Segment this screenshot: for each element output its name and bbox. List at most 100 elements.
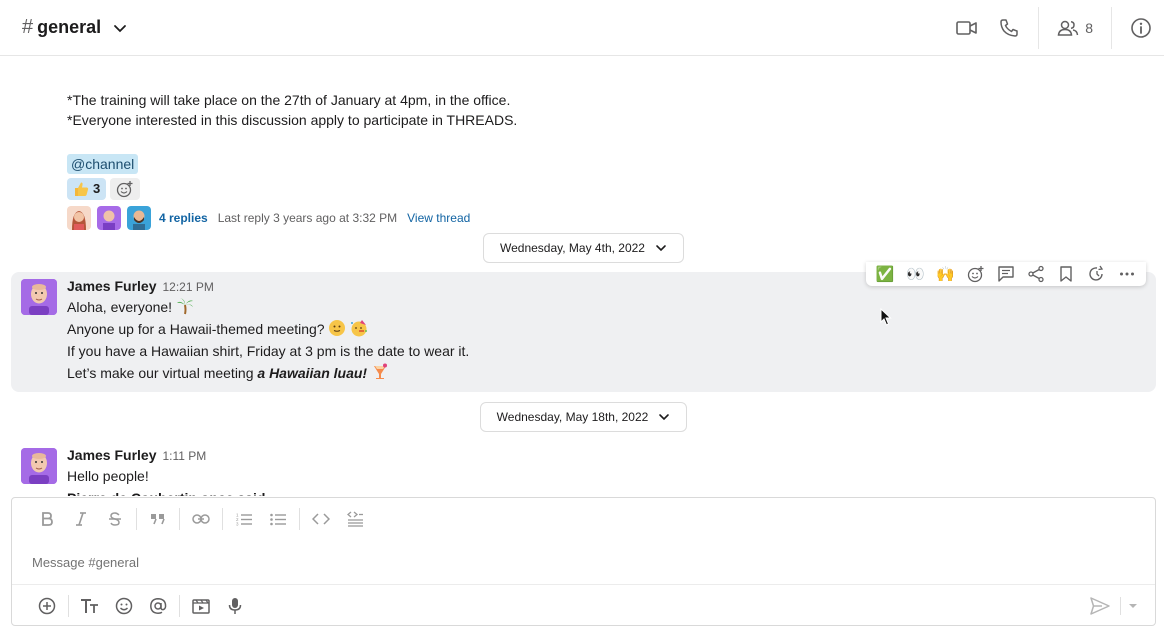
share-button[interactable] <box>1023 263 1049 285</box>
members-icon <box>1057 20 1079 36</box>
channel-title-button[interactable]: # general <box>22 16 127 39</box>
last-reply-text: Last reply 3 years ago at 3:32 PM <box>217 211 398 225</box>
video-clip-icon <box>192 598 210 614</box>
microphone-icon <box>228 597 242 614</box>
text-format-icon <box>81 598 98 613</box>
toolbar-divider <box>68 594 69 617</box>
message-line: Anyone up for a Hawaii-themed meeting? <box>67 321 325 337</box>
message-author[interactable]: James Furley <box>67 447 157 463</box>
add-icon <box>38 597 56 614</box>
message-time[interactable]: 1:11 PM <box>163 449 207 463</box>
strikethrough-button[interactable] <box>98 504 132 534</box>
add-reaction-button[interactable] <box>963 263 989 285</box>
avatar <box>67 206 91 230</box>
share-icon <box>1028 265 1044 283</box>
message-author[interactable]: James Furley <box>67 278 157 294</box>
palm-tree-icon <box>176 298 193 315</box>
view-thread-link[interactable]: View thread <box>407 208 470 228</box>
save-button[interactable] <box>1053 263 1079 285</box>
thumbs-up-reaction[interactable]: 3 <box>67 178 107 200</box>
message-line: Pierre de Coubertin once said: <box>67 487 270 496</box>
link-button[interactable] <box>184 504 218 534</box>
ordered-list-button[interactable]: 123 <box>227 504 261 534</box>
more-actions-button[interactable] <box>1114 263 1140 285</box>
message-time[interactable]: 12:21 PM <box>163 280 214 294</box>
avatar[interactable] <box>21 279 57 315</box>
smiling-face-icon <box>329 320 346 336</box>
avatar-illustration <box>21 448 57 484</box>
thumbs-up-icon <box>75 182 89 196</box>
phone-icon <box>1000 19 1018 37</box>
code-button[interactable] <box>304 504 338 534</box>
channel-mention[interactable]: @channel <box>67 154 139 174</box>
message-item[interactable]: James Furley 1:11 PM Hello people! Pierr… <box>11 441 1156 496</box>
mouse-cursor-icon <box>880 308 892 326</box>
quick-reaction-raised-hands[interactable]: 🙌 <box>933 263 959 285</box>
video-call-button[interactable] <box>946 8 988 48</box>
header-divider <box>1038 7 1040 49</box>
record-audio-button[interactable] <box>218 591 252 621</box>
message-item[interactable]: James Furley 12:21 PM Aloha, everyone! A… <box>11 272 1156 392</box>
add-attachment-button[interactable] <box>30 591 64 621</box>
replies-count-link[interactable]: 4 replies <box>159 208 208 228</box>
send-options-button[interactable] <box>1125 597 1141 615</box>
bold-icon <box>42 512 53 526</box>
send-divider <box>1120 597 1121 615</box>
chevron-down-icon <box>656 245 666 252</box>
message-input[interactable] <box>32 550 1132 574</box>
members-button[interactable]: 8 <box>1047 8 1103 48</box>
quote-button[interactable] <box>141 504 175 534</box>
message-line: If you have a Hawaiian shirt, Friday at … <box>67 343 470 359</box>
thread-summary[interactable]: 4 replies Last reply 3 years ago at 3:32… <box>67 206 1147 230</box>
bullet-list-button[interactable] <box>261 504 295 534</box>
chevron-down-icon <box>114 24 127 32</box>
quote-icon <box>151 514 165 525</box>
send-button[interactable] <box>1085 591 1115 621</box>
emoji-button[interactable] <box>107 591 141 621</box>
previous-message: *The training will take place on the 27t… <box>67 56 1147 230</box>
channel-header: # general 8 <box>0 0 1164 56</box>
date-divider[interactable]: Wednesday, May 4th, 2022 <box>483 233 684 263</box>
header-divider <box>1111 7 1112 49</box>
remind-button[interactable] <box>1084 263 1110 285</box>
date-label: Wednesday, May 4th, 2022 <box>500 241 645 255</box>
composer-actions <box>12 584 1155 626</box>
reaction-count: 3 <box>93 181 101 196</box>
reply-in-thread-button[interactable] <box>993 263 1019 285</box>
toolbar-divider <box>299 508 300 530</box>
emoji-icon <box>115 597 133 614</box>
svg-text:3: 3 <box>236 522 239 527</box>
member-count: 8 <box>1085 20 1093 36</box>
code-block-button[interactable] <box>338 504 372 534</box>
message-line: Aloha, everyone! <box>67 299 173 315</box>
mention-button[interactable] <box>141 591 175 621</box>
add-emoji-icon <box>117 181 133 198</box>
bold-button[interactable] <box>30 504 64 534</box>
video-icon <box>956 21 978 35</box>
phone-call-button[interactable] <box>988 8 1030 48</box>
message-actions-toolbar: ✅ 👀 🙌 <box>866 262 1146 286</box>
quick-reaction-eyes[interactable]: 👀 <box>902 263 928 285</box>
avatar[interactable] <box>21 448 57 484</box>
formatting-toolbar: 123 <box>12 498 1155 540</box>
truncated-line <box>67 56 1147 70</box>
ordered-list-icon: 123 <box>236 513 252 527</box>
channel-info-button[interactable] <box>1120 8 1162 48</box>
channel-name: general <box>37 17 102 37</box>
text-format-button[interactable] <box>73 591 107 621</box>
tropical-drink-icon <box>373 363 387 379</box>
reactions-bar: 3 <box>67 178 1147 200</box>
date-divider[interactable]: Wednesday, May 18th, 2022 <box>480 402 687 432</box>
message-composer: 123 <box>11 497 1156 626</box>
video-clip-button[interactable] <box>184 591 218 621</box>
message-line: *Everyone interested in this discussion … <box>67 112 518 128</box>
toolbar-divider <box>222 508 223 530</box>
italic-button[interactable] <box>64 504 98 534</box>
bookmark-icon <box>1060 266 1073 282</box>
add-reaction-button[interactable] <box>110 178 141 200</box>
quick-reaction-check[interactable]: ✅ <box>872 263 898 285</box>
avatar <box>97 206 121 230</box>
toolbar-divider <box>179 594 180 617</box>
mention-icon <box>150 597 167 614</box>
